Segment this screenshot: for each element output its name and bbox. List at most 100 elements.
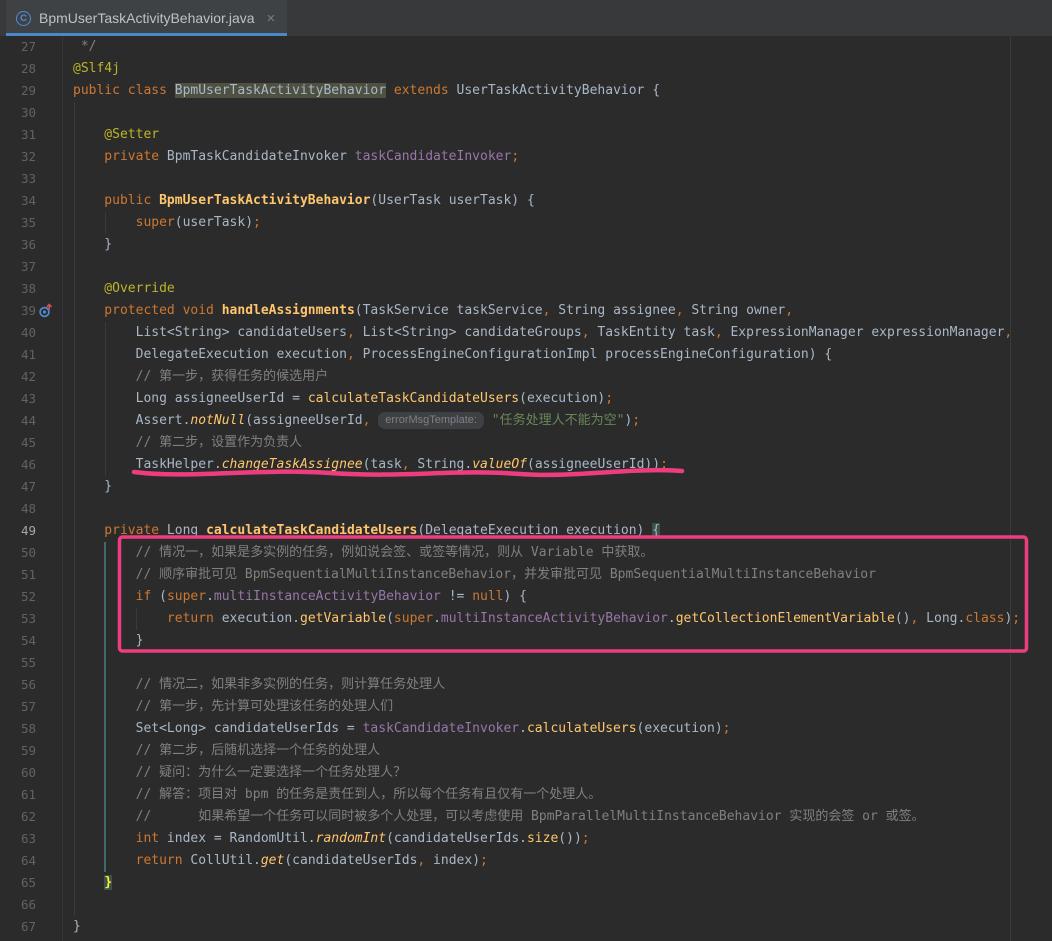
code-line[interactable]: 27 */ (0, 36, 1052, 58)
code-text: public class BpmUserTaskActivityBehavior… (62, 80, 660, 102)
code-line[interactable]: 66 (0, 894, 1052, 916)
code-line[interactable]: 40 List<String> candidateUsers, List<Str… (0, 322, 1052, 344)
code-line[interactable]: 58 Set<Long> candidateUserIds = taskCand… (0, 718, 1052, 740)
code-line[interactable]: 45 // 第二步，设置作为负责人 (0, 432, 1052, 454)
code-line[interactable]: 33 (0, 168, 1052, 190)
code-line[interactable]: 28 @Slf4j (0, 58, 1052, 80)
code-text: private Long calculateTaskCandidateUsers… (62, 520, 660, 542)
code-line[interactable]: 51 // 顺序审批可见 BpmSequentialMultiInstanceB… (0, 564, 1052, 586)
code-text: return CollUtil.get(candidateUserIds, in… (62, 850, 488, 872)
code-line[interactable]: 55 (0, 652, 1052, 674)
code-text: // 第一步，先计算可处理该任务的处理人们 (62, 696, 393, 718)
line-number: 29 (0, 80, 36, 102)
code-text (62, 102, 73, 124)
code-line[interactable]: 60 // 疑问：为什么一定要选择一个任务处理人？ (0, 762, 1052, 784)
code-text: DelegateExecution execution, ProcessEngi… (62, 344, 832, 366)
code-line[interactable]: 47 } (0, 476, 1052, 498)
line-number: 32 (0, 146, 36, 168)
code-line[interactable]: 38 @Override (0, 278, 1052, 300)
line-number: 36 (0, 234, 36, 256)
code-line[interactable]: 39 protected void handleAssignments(Task… (0, 300, 1052, 322)
code-line[interactable]: 42 // 第一步，获得任务的候选用户 (0, 366, 1052, 388)
code-text: List<String> candidateUsers, List<String… (62, 322, 1012, 344)
code-line[interactable]: 52 if (super.multiInstanceActivityBehavi… (0, 586, 1052, 608)
code-text (62, 498, 73, 520)
code-line[interactable]: 56 // 情况二，如果非多实例的任务，则计算任务处理人 (0, 674, 1052, 696)
code-text: protected void handleAssignments(TaskSer… (62, 300, 793, 322)
code-line[interactable]: 67} (0, 916, 1052, 938)
line-number: 44 (0, 410, 36, 432)
line-number: 67 (0, 916, 36, 938)
code-line[interactable]: 46 TaskHelper.changeTaskAssignee(task, S… (0, 454, 1052, 476)
line-number: 46 (0, 454, 36, 476)
tab-bpmusertaskactivitybehavior[interactable]: C BpmUserTaskActivityBehavior.java × (6, 0, 287, 36)
code-text: // 情况一，如果是多实例的任务，例如说会签、或签等情况，则从 Variable… (62, 542, 653, 564)
code-text (62, 652, 73, 674)
code-text: Set<Long> candidateUserIds = taskCandida… (62, 718, 730, 740)
line-number: 61 (0, 784, 36, 806)
code-line[interactable]: 35 super(userTask); (0, 212, 1052, 234)
code-text (62, 894, 73, 916)
code-text: // 第一步，获得任务的候选用户 (62, 366, 328, 388)
code-line[interactable]: 34 public BpmUserTaskActivityBehavior(Us… (0, 190, 1052, 212)
code-line[interactable]: 31 @Setter (0, 124, 1052, 146)
code-line[interactable]: 41 DelegateExecution execution, ProcessE… (0, 344, 1052, 366)
line-number: 28 (0, 58, 36, 80)
line-number: 30 (0, 102, 36, 124)
code-line[interactable]: 36 } (0, 234, 1052, 256)
java-class-icon: C (16, 11, 31, 26)
code-line[interactable]: 53 return execution.getVariable(super.mu… (0, 608, 1052, 630)
code-line[interactable]: 64 return CollUtil.get(candidateUserIds,… (0, 850, 1052, 872)
code-line[interactable]: 48 (0, 498, 1052, 520)
code-text: } (62, 630, 143, 652)
code-line[interactable]: 65 } (0, 872, 1052, 894)
code-line[interactable]: 37 (0, 256, 1052, 278)
code-text (62, 168, 73, 190)
line-number: 57 (0, 696, 36, 718)
code-line[interactable]: 49 private Long calculateTaskCandidateUs… (0, 520, 1052, 542)
code-line[interactable]: 63 int index = RandomUtil.randomInt(cand… (0, 828, 1052, 850)
code-line[interactable]: 29 public class BpmUserTaskActivityBehavi… (0, 80, 1052, 102)
code-text: private BpmTaskCandidateInvoker taskCand… (62, 146, 519, 168)
code-line[interactable]: 50 // 情况一，如果是多实例的任务，例如说会签、或签等情况，则从 Varia… (0, 542, 1052, 564)
line-number: 31 (0, 124, 36, 146)
line-number: 39 (0, 300, 36, 322)
code-text: // 第二步，后随机选择一个任务的处理人 (62, 740, 380, 762)
line-number: 59 (0, 740, 36, 762)
code-line[interactable]: 30 (0, 102, 1052, 124)
line-number: 47 (0, 476, 36, 498)
code-text: } (62, 872, 112, 894)
code-text: public BpmUserTaskActivityBehavior(UserT… (62, 190, 535, 212)
code-line[interactable]: 32 private BpmTaskCandidateInvoker taskC… (0, 146, 1052, 168)
line-number: 52 (0, 586, 36, 608)
line-number: 55 (0, 652, 36, 674)
line-number: 41 (0, 344, 36, 366)
line-number: 42 (0, 366, 36, 388)
line-number: 51 (0, 564, 36, 586)
code-text: */ (62, 36, 96, 58)
code-line[interactable]: 43 Long assigneeUserId = calculateTaskCa… (0, 388, 1052, 410)
code-line[interactable]: 61 // 解答：项目对 bpm 的任务是责任到人，所以每个任务有且仅有一个处理… (0, 784, 1052, 806)
line-number: 56 (0, 674, 36, 696)
code-text: Assert.notNull(assigneeUserId, errorMsgT… (62, 410, 640, 432)
code-line[interactable]: 57 // 第一步，先计算可处理该任务的处理人们 (0, 696, 1052, 718)
code-line[interactable]: 54 } (0, 630, 1052, 652)
code-text: @Slf4j (62, 58, 120, 80)
code-text: if (super.multiInstanceActivityBehavior … (62, 586, 527, 608)
code-text: int index = RandomUtil.randomInt(candida… (62, 828, 590, 850)
code-line[interactable]: 44 Assert.notNull(assigneeUserId, errorM… (0, 410, 1052, 432)
code-text: } (62, 916, 81, 938)
overrides-method-icon[interactable] (36, 300, 62, 322)
code-area: 27 */28 @Slf4j 29 public class BpmUserTaskA… (0, 36, 1052, 938)
close-tab-icon[interactable]: × (267, 11, 276, 26)
line-number: 34 (0, 190, 36, 212)
line-number: 54 (0, 630, 36, 652)
code-editor[interactable]: 27 */28 @Slf4j 29 public class BpmUserTaskA… (0, 36, 1052, 941)
code-line[interactable]: 59 // 第二步，后随机选择一个任务的处理人 (0, 740, 1052, 762)
code-text: // 如果希望一个任务可以同时被多个人处理，可以考虑使用 BpmParallel… (62, 806, 925, 828)
ide-window: C BpmUserTaskActivityBehavior.java × 27 … (0, 0, 1052, 941)
code-line[interactable]: 62 // 如果希望一个任务可以同时被多个人处理，可以考虑使用 BpmParal… (0, 806, 1052, 828)
line-number: 48 (0, 498, 36, 520)
line-number: 45 (0, 432, 36, 454)
line-number: 40 (0, 322, 36, 344)
